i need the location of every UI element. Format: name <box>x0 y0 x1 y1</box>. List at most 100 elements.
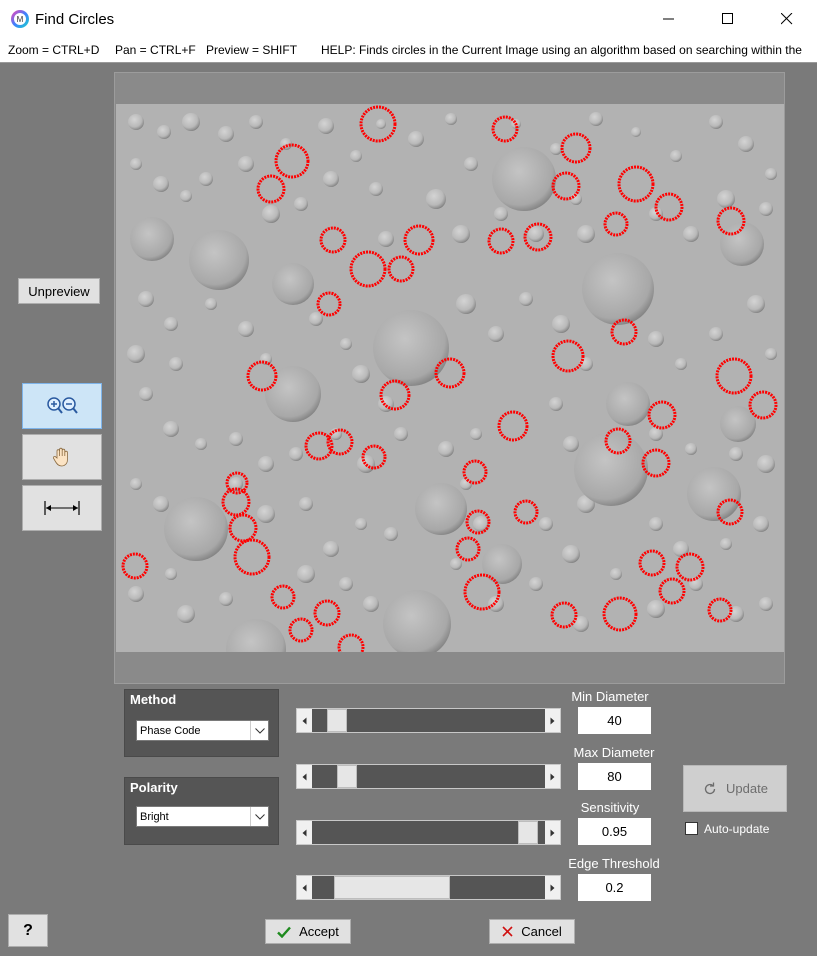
unpreview-button[interactable]: Unpreview <box>18 278 100 304</box>
preview-hint: Preview = SHIFT <box>206 43 298 57</box>
min-diameter-slider[interactable] <box>296 708 561 733</box>
droplet <box>552 315 570 333</box>
droplet <box>350 150 362 162</box>
droplet <box>648 331 664 347</box>
hint-bar: Zoom = CTRL+D Pan = CTRL+F Preview = SHI… <box>0 38 817 62</box>
edge-threshold-slider[interactable] <box>296 875 561 900</box>
droplet <box>376 119 386 129</box>
cancel-button[interactable]: Cancel <box>489 919 575 944</box>
droplet <box>369 182 383 196</box>
sensitivity-field[interactable]: 0.95 <box>577 817 652 846</box>
droplet <box>562 545 580 563</box>
droplet <box>577 225 595 243</box>
droplet <box>238 156 254 172</box>
droplet <box>182 113 200 131</box>
droplet <box>289 447 303 461</box>
droplet <box>164 317 178 331</box>
droplet <box>549 397 563 411</box>
droplet <box>494 207 508 221</box>
help-button[interactable]: ? <box>8 914 48 947</box>
divider <box>0 62 817 63</box>
droplet <box>130 478 142 490</box>
scroll-right-icon[interactable] <box>545 821 560 844</box>
droplet <box>339 577 353 591</box>
accept-label: Accept <box>299 924 339 939</box>
droplet <box>610 568 622 580</box>
droplet <box>539 517 553 531</box>
droplet <box>294 197 308 211</box>
method-selected-value: Phase Code <box>140 725 201 737</box>
cancel-label: Cancel <box>521 924 562 939</box>
scroll-right-icon[interactable] <box>545 876 560 899</box>
slider-thumb[interactable] <box>337 765 357 788</box>
auto-update-checkbox[interactable] <box>685 822 698 835</box>
checkmark-icon <box>277 926 292 938</box>
droplet <box>378 231 394 247</box>
droplet <box>415 483 467 535</box>
edge-threshold-label: Edge Threshold <box>568 856 660 871</box>
close-icon <box>781 13 793 25</box>
droplet <box>238 321 254 337</box>
slider-track[interactable] <box>312 709 545 732</box>
droplet <box>384 527 398 541</box>
scroll-left-icon[interactable] <box>297 876 312 899</box>
droplet <box>352 365 370 383</box>
droplet <box>631 127 641 137</box>
slider-thumb[interactable] <box>518 821 538 844</box>
help-text: HELP: Finds circles in the Current Image… <box>321 43 802 57</box>
droplet <box>299 497 313 511</box>
slider-thumb[interactable] <box>334 876 450 899</box>
polarity-select[interactable]: Bright <box>136 806 269 827</box>
slider-thumb[interactable] <box>327 709 347 732</box>
scroll-left-icon[interactable] <box>297 709 312 732</box>
droplet <box>460 478 472 490</box>
max-diameter-slider[interactable] <box>296 764 561 789</box>
zoom-tool-button[interactable] <box>22 383 102 429</box>
minimize-button[interactable] <box>646 0 692 38</box>
zoom-in-out-icon <box>47 397 78 414</box>
droplet <box>765 168 777 180</box>
sensitivity-label: Sensitivity <box>580 800 640 815</box>
window-title: Find Circles <box>35 11 115 28</box>
slider-track[interactable] <box>312 821 545 844</box>
droplet <box>606 382 650 426</box>
accept-button[interactable]: Accept <box>265 919 351 944</box>
droplet <box>492 147 556 211</box>
droplet <box>482 544 522 584</box>
droplet <box>717 190 735 208</box>
update-button[interactable]: Update <box>683 765 787 812</box>
droplet <box>675 358 687 370</box>
droplet <box>765 348 777 360</box>
droplet <box>450 558 462 570</box>
droplet <box>127 345 145 363</box>
minimize-icon <box>663 18 674 20</box>
droplet <box>157 125 171 139</box>
maximize-button[interactable] <box>705 0 751 38</box>
preview-image[interactable] <box>116 104 784 652</box>
droplet <box>138 291 154 307</box>
sensitivity-slider[interactable] <box>296 820 561 845</box>
scroll-left-icon[interactable] <box>297 765 312 788</box>
measure-tool-button[interactable] <box>22 485 102 531</box>
min-diameter-field[interactable]: 40 <box>577 706 652 735</box>
zoom-hint: Zoom = CTRL+D <box>8 43 100 57</box>
pan-tool-button[interactable] <box>22 434 102 480</box>
scroll-right-icon[interactable] <box>545 709 560 732</box>
droplet <box>323 541 339 557</box>
droplet <box>529 577 543 591</box>
slider-track[interactable] <box>312 765 545 788</box>
droplet <box>363 596 379 612</box>
droplet <box>519 292 533 306</box>
close-button[interactable] <box>764 0 810 38</box>
droplet <box>759 597 773 611</box>
scroll-right-icon[interactable] <box>545 765 560 788</box>
edge-threshold-field[interactable]: 0.2 <box>577 873 652 902</box>
max-diameter-field[interactable]: 80 <box>577 762 652 791</box>
droplet <box>438 441 454 457</box>
scroll-left-icon[interactable] <box>297 821 312 844</box>
method-select[interactable]: Phase Code <box>136 720 269 741</box>
droplet <box>759 202 773 216</box>
droplet <box>464 157 478 171</box>
droplet <box>180 190 192 202</box>
slider-track[interactable] <box>312 876 545 899</box>
